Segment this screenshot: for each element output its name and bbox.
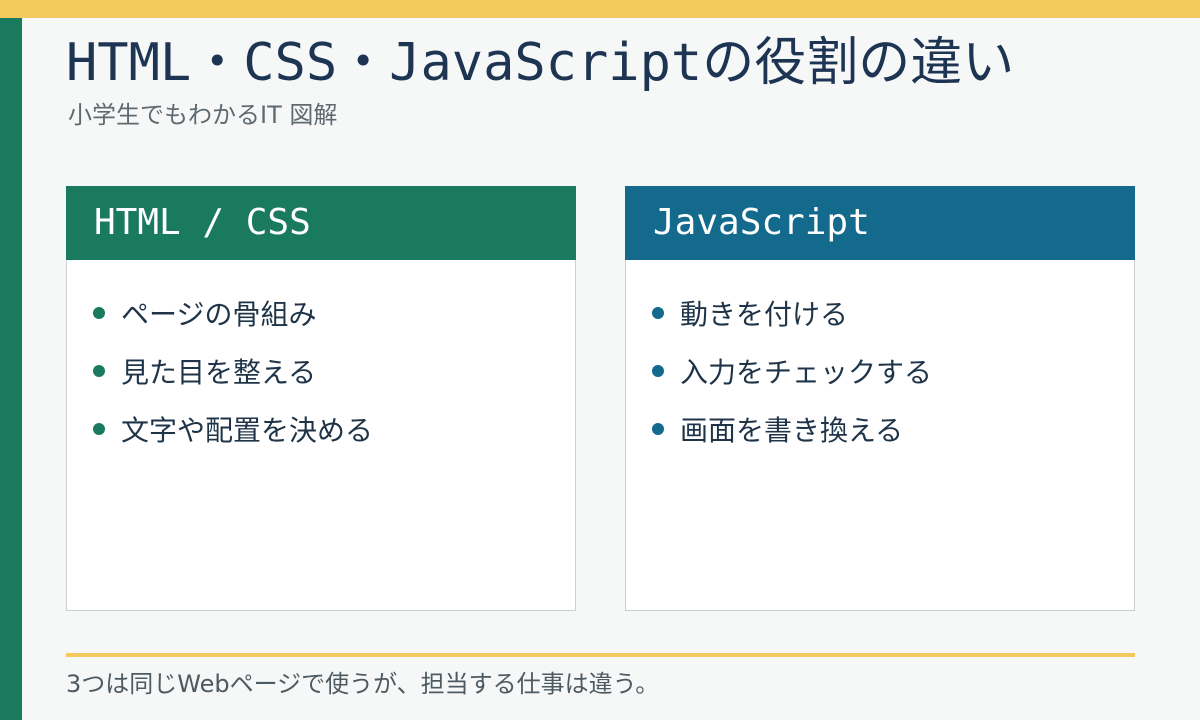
list-item-label: 入力をチェックする [680,356,933,389]
list-item-label: 動きを付ける [680,298,849,331]
list-item: 見た目を整える [93,342,575,400]
list-item: ページの骨組み [93,284,575,342]
top-accent-bar [0,0,1200,18]
html-css-card: HTML / CSS ページの骨組み 見た目を整える 文字や配置を決める [66,186,576,611]
list-item: 画面を書き換える [652,400,1134,458]
bullet-icon [93,423,105,435]
list-item-label: 見た目を整える [121,356,317,389]
page-subtitle: 小学生でもわかるIT 図解 [68,101,338,129]
javascript-card: JavaScript 動きを付ける 入力をチェックする 画面を書き換える [625,186,1135,611]
bullet-icon [93,307,105,319]
footer-note: 3つは同じWebページで使うが、担当する仕事は違う。 [66,670,660,698]
side-accent-bar [0,18,22,720]
javascript-card-header: JavaScript [625,186,1135,260]
bullet-icon [652,423,664,435]
list-item: 入力をチェックする [652,342,1134,400]
bullet-icon [652,307,664,319]
list-item-label: ページの骨組み [121,298,317,331]
list-item-label: 画面を書き換える [680,414,904,447]
list-item-label: 文字や配置を決める [121,414,374,447]
javascript-item-list: 動きを付ける 入力をチェックする 画面を書き換える [626,260,1134,458]
html-css-card-header: HTML / CSS [66,186,576,260]
footer-divider [66,653,1135,657]
list-item: 動きを付ける [652,284,1134,342]
list-item: 文字や配置を決める [93,400,575,458]
html-css-item-list: ページの骨組み 見た目を整える 文字や配置を決める [67,260,575,458]
page-title: HTML・CSS・JavaScriptの役割の違い [66,33,1015,93]
bullet-icon [652,365,664,377]
bullet-icon [93,365,105,377]
